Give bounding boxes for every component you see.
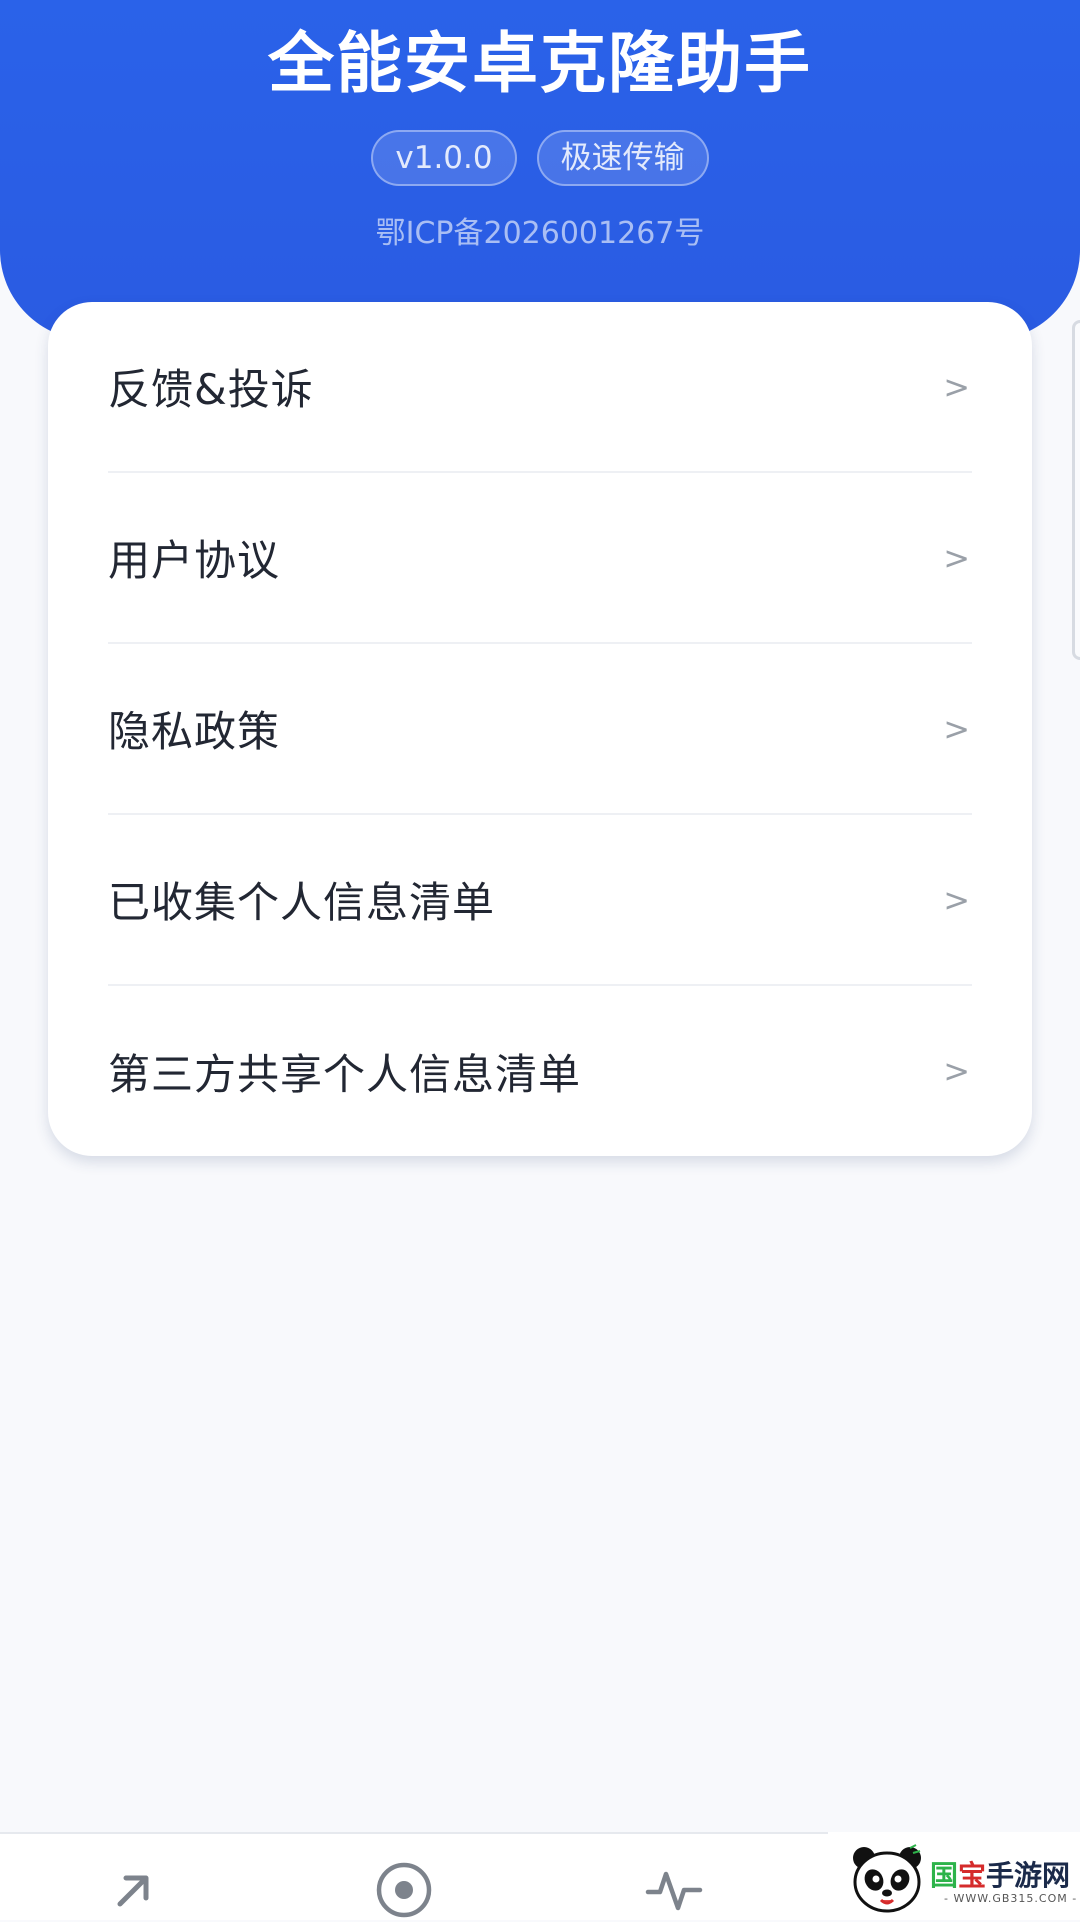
watermark-url: - WWW.GB315.COM -	[944, 1892, 1078, 1905]
icp-number[interactable]: 鄂ICP备2026001267号	[0, 214, 1080, 254]
nav-home-button[interactable]	[372, 1858, 436, 1922]
nav-stats-button[interactable]	[642, 1858, 706, 1922]
target-circle-icon	[376, 1862, 432, 1918]
menu-card: 反馈&投诉 > 用户协议 > 隐私政策 > 已收集个人信息清单 > 第三方共享个…	[48, 302, 1032, 1156]
header-banner: 全能安卓克隆助手 v1.0.0 极速传输 鄂ICP备2026001267号	[0, 0, 1080, 340]
chevron-right-icon: >	[943, 1052, 970, 1090]
tag-row: v1.0.0 极速传输	[0, 130, 1080, 186]
side-drawer-handle[interactable]	[1072, 320, 1080, 660]
menu-item-third-party-info[interactable]: 第三方共享个人信息清单 >	[108, 986, 972, 1156]
arrow-up-right-icon	[117, 1875, 149, 1907]
nav-transfer-button[interactable]	[102, 1858, 166, 1922]
panda-logo-icon	[853, 1844, 921, 1913]
menu-item-privacy-policy[interactable]: 隐私政策 >	[108, 644, 972, 815]
menu-item-label: 反馈&投诉	[108, 365, 314, 414]
feature-tag: 极速传输	[536, 130, 709, 186]
menu-item-feedback[interactable]: 反馈&投诉 >	[108, 302, 972, 473]
menu-item-label: 用户协议	[108, 536, 281, 585]
pulse-icon	[645, 1871, 703, 1911]
menu-item-user-agreement[interactable]: 用户协议 >	[108, 473, 972, 644]
version-tag: v1.0.0	[371, 130, 517, 186]
chevron-right-icon: >	[943, 709, 970, 748]
chevron-right-icon: >	[943, 538, 970, 577]
watermark-brand: 国宝手游网	[930, 1859, 1071, 1892]
chevron-right-icon: >	[943, 367, 970, 406]
menu-item-label: 第三方共享个人信息清单	[108, 1049, 582, 1099]
menu-item-label: 隐私政策	[108, 707, 281, 756]
menu-item-collected-info[interactable]: 已收集个人信息清单 >	[108, 815, 972, 986]
menu-item-label: 已收集个人信息清单	[108, 878, 496, 927]
app-title: 全能安卓克隆助手	[268, 25, 812, 102]
site-watermark: 国宝手游网 - WWW.GB315.COM -	[828, 1832, 1080, 1920]
chevron-right-icon: >	[943, 880, 970, 919]
